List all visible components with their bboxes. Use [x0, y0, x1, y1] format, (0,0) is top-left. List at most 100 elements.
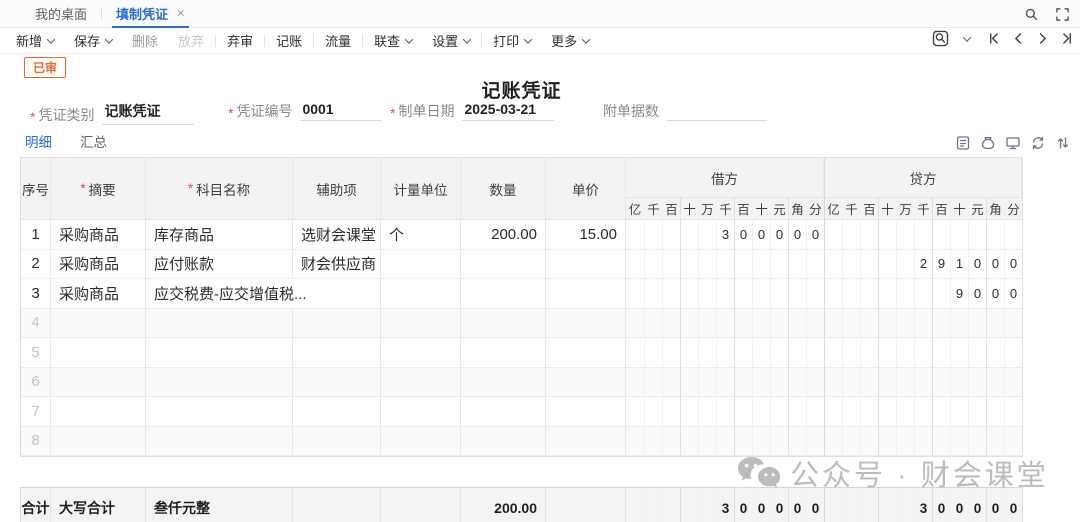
debit-digit-cell[interactable] [806, 309, 824, 339]
debit-digit-cell[interactable] [734, 309, 752, 339]
debit-digit-cell[interactable] [680, 309, 698, 339]
tab-fill-voucher[interactable]: 填制凭证 ✕ [106, 0, 195, 28]
debit-digit-cell[interactable]: 0 [734, 220, 752, 250]
delete-button[interactable]: 删除 [132, 31, 158, 50]
last-voucher-icon[interactable] [1059, 31, 1074, 46]
debit-digit-cell[interactable] [644, 250, 662, 280]
debit-digit-cell[interactable] [680, 397, 698, 427]
cashflow-button[interactable]: 流量 [325, 31, 351, 50]
debit-digit-cell[interactable] [626, 309, 644, 339]
cell-account[interactable] [146, 368, 293, 398]
credit-digit-cell[interactable] [986, 427, 1004, 457]
debit-digit-cell[interactable] [788, 250, 806, 280]
credit-digit-cell[interactable] [986, 338, 1004, 368]
debit-digit-cell[interactable] [788, 368, 806, 398]
credit-digit-cell[interactable] [860, 309, 878, 339]
credit-digit-cell[interactable] [932, 338, 950, 368]
debit-digit-cell[interactable] [734, 338, 752, 368]
credit-digit-cell[interactable] [860, 250, 878, 280]
credit-digit-cell[interactable] [842, 397, 860, 427]
debit-digit-cell[interactable] [716, 279, 734, 309]
debit-digit-cell[interactable] [752, 309, 770, 339]
credit-digit-cell[interactable] [986, 397, 1004, 427]
debit-digit-cell[interactable] [734, 368, 752, 398]
cell-summary[interactable]: 采购商品 [51, 220, 146, 250]
debit-digit-cell[interactable] [770, 368, 788, 398]
cell-account[interactable]: 库存商品 [146, 220, 293, 250]
debit-digit-cell[interactable] [734, 279, 752, 309]
credit-digit-cell[interactable] [968, 220, 986, 250]
credit-digit-cell[interactable] [950, 368, 968, 398]
credit-digit-cell[interactable] [878, 397, 896, 427]
debit-digit-cell[interactable] [698, 220, 716, 250]
debit-digit-cell[interactable] [788, 279, 806, 309]
debit-digit-cell[interactable] [644, 279, 662, 309]
cell-unit[interactable]: 个 [381, 220, 461, 250]
cell-aux[interactable]: 财会供应商 [293, 250, 381, 280]
credit-digit-cell[interactable] [968, 427, 986, 457]
display-icon[interactable] [1005, 135, 1021, 151]
cell-unit[interactable] [381, 279, 461, 309]
cell-account[interactable]: 应交税费-应交增值税... [146, 279, 381, 309]
credit-digit-cell[interactable] [878, 309, 896, 339]
credit-digit-cell[interactable] [842, 250, 860, 280]
credit-digit-cell[interactable] [932, 220, 950, 250]
cell-summary[interactable]: 采购商品 [51, 250, 146, 280]
debit-digit-cell[interactable] [644, 338, 662, 368]
debit-digit-cell[interactable] [662, 397, 680, 427]
credit-digit-cell[interactable] [860, 279, 878, 309]
cell-price[interactable] [546, 338, 626, 368]
cell-qty[interactable] [461, 397, 546, 427]
refresh-icon[interactable] [1030, 135, 1046, 151]
cell-aux[interactable] [293, 338, 381, 368]
cell-summary[interactable] [51, 338, 146, 368]
debit-digit-cell[interactable] [698, 338, 716, 368]
tab-my-desktop[interactable]: 我的桌面 [25, 0, 97, 28]
debit-digit-cell[interactable] [662, 250, 680, 280]
debit-digit-cell[interactable] [662, 338, 680, 368]
tab-detail[interactable]: 明细 [25, 131, 52, 159]
close-icon[interactable]: ✕ [176, 7, 185, 20]
note-icon[interactable] [955, 135, 971, 151]
debit-digit-cell[interactable] [644, 397, 662, 427]
cell-price[interactable]: 15.00 [546, 220, 626, 250]
debit-digit-cell[interactable] [662, 279, 680, 309]
debit-digit-cell[interactable] [644, 220, 662, 250]
credit-digit-cell[interactable] [878, 368, 896, 398]
post-button[interactable]: 记账 [276, 31, 302, 50]
cell-qty[interactable]: 200.00 [461, 220, 546, 250]
cell-price[interactable] [546, 368, 626, 398]
cell-account[interactable] [146, 397, 293, 427]
credit-digit-cell[interactable] [896, 397, 914, 427]
new-button[interactable]: 新增 [16, 31, 54, 50]
cell-unit[interactable] [381, 397, 461, 427]
credit-digit-cell[interactable] [986, 368, 1004, 398]
cell-no[interactable]: 5 [21, 338, 51, 368]
credit-digit-cell[interactable] [896, 279, 914, 309]
credit-digit-cell[interactable]: 1 [950, 250, 968, 280]
credit-digit-cell[interactable]: 9 [950, 279, 968, 309]
credit-digit-cell[interactable] [914, 220, 932, 250]
debit-digit-cell[interactable] [626, 397, 644, 427]
credit-digit-cell[interactable] [860, 397, 878, 427]
linked-query-button[interactable]: 联查 [374, 31, 412, 50]
credit-digit-cell[interactable] [950, 309, 968, 339]
cell-qty[interactable] [461, 338, 546, 368]
cell-account[interactable] [146, 427, 293, 457]
debit-digit-cell[interactable] [626, 279, 644, 309]
settings-button[interactable]: 设置 [432, 31, 470, 50]
credit-digit-cell[interactable] [896, 220, 914, 250]
credit-digit-cell[interactable] [1004, 338, 1022, 368]
debit-digit-cell[interactable] [662, 368, 680, 398]
cell-no[interactable]: 3 [21, 279, 51, 309]
debit-digit-cell[interactable] [662, 427, 680, 457]
debit-digit-cell[interactable] [626, 220, 644, 250]
voucher-locate-icon[interactable] [932, 30, 949, 47]
cell-qty[interactable] [461, 427, 546, 457]
credit-digit-cell[interactable] [1004, 368, 1022, 398]
credit-digit-cell[interactable]: 9 [932, 250, 950, 280]
print-button[interactable]: 打印 [493, 31, 531, 50]
cell-summary[interactable] [51, 397, 146, 427]
debit-digit-cell[interactable] [734, 250, 752, 280]
debit-digit-cell[interactable] [626, 250, 644, 280]
